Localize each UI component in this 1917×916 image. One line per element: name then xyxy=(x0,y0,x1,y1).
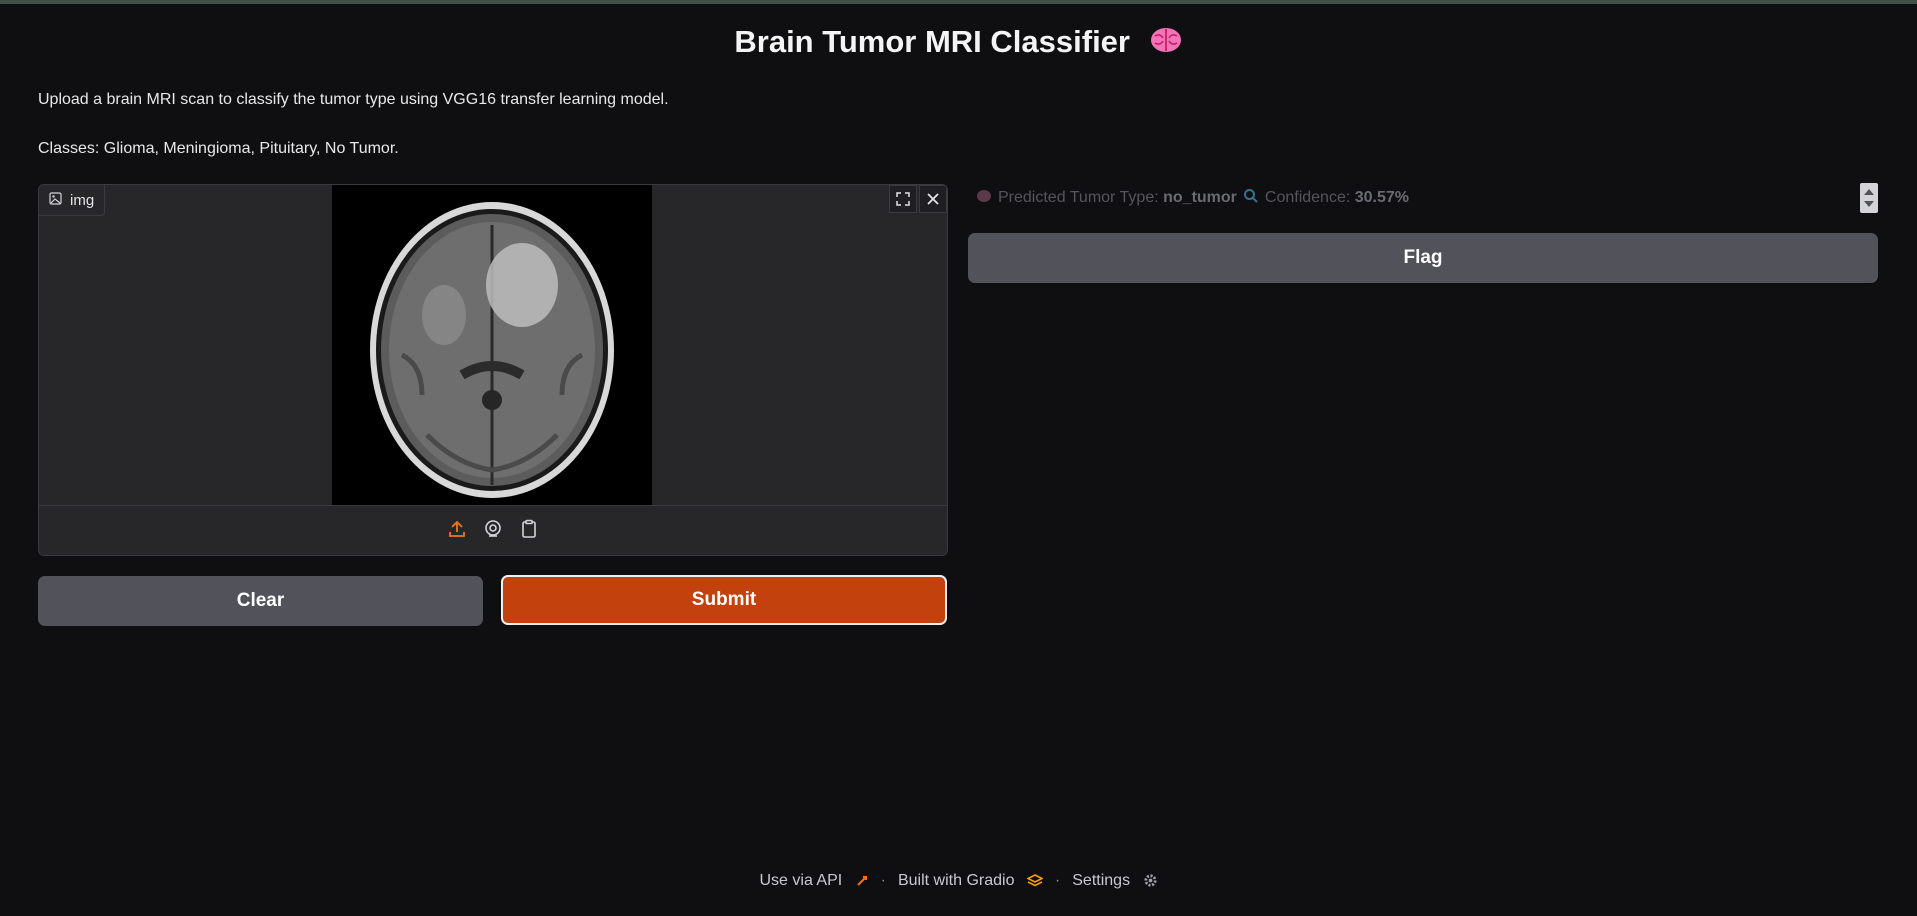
magnifier-icon xyxy=(1243,188,1259,209)
webcam-icon[interactable] xyxy=(483,519,503,544)
description-line-2: Classes: Glioma, Meningioma, Pituitary, … xyxy=(38,140,399,157)
close-icon[interactable] xyxy=(919,185,947,213)
clear-button[interactable]: Clear xyxy=(38,576,483,626)
footer-separator: · xyxy=(880,872,886,889)
image-toolbar xyxy=(887,185,947,213)
use-via-api-link[interactable]: Use via API xyxy=(759,872,868,890)
top-accent-line xyxy=(0,0,1917,4)
built-with-gradio-text: Built with Gradio xyxy=(897,872,1015,889)
clipboard-icon[interactable] xyxy=(519,519,539,544)
gradio-logo-icon xyxy=(1026,873,1043,888)
built-with-gradio-link[interactable]: Built with Gradio xyxy=(898,872,1043,890)
upload-icon[interactable] xyxy=(447,519,467,544)
image-icon xyxy=(49,191,62,209)
submit-button[interactable]: Submit xyxy=(501,575,947,625)
description-line-1: Upload a brain MRI scan to classify the … xyxy=(38,91,669,108)
image-input-panel[interactable]: img xyxy=(38,184,948,556)
use-via-api-text: Use via API xyxy=(759,872,843,889)
output-scroll-arrows[interactable] xyxy=(1860,183,1878,213)
page-title: Brain Tumor MRI Classifier xyxy=(0,24,1917,63)
gear-icon xyxy=(1143,873,1158,888)
confidence-value: 30.57% xyxy=(1354,189,1410,206)
predicted-value: no_tumor xyxy=(1163,189,1237,206)
predicted-label: Predicted Tumor Type: xyxy=(998,189,1159,206)
mri-image-preview xyxy=(332,185,652,505)
fullscreen-icon[interactable] xyxy=(889,185,917,213)
brain-icon xyxy=(1149,25,1183,63)
image-source-bar xyxy=(39,505,947,555)
settings-text: Settings xyxy=(1072,872,1131,889)
confidence-label: Confidence: xyxy=(1264,189,1351,206)
brain-icon xyxy=(976,189,992,208)
footer-separator: · xyxy=(1054,872,1061,889)
image-input-label-text: img xyxy=(70,191,95,209)
rocket-icon xyxy=(855,874,869,888)
page-title-text: Brain Tumor MRI Classifier xyxy=(734,24,1130,59)
footer: Use via API · Built with Gradio · Settin… xyxy=(0,872,1917,890)
prediction-output: Predicted Tumor Type: no_tumor Confidenc… xyxy=(970,186,1876,210)
image-input-label: img xyxy=(39,185,106,216)
settings-link[interactable]: Settings xyxy=(1072,872,1157,890)
flag-button[interactable]: Flag xyxy=(968,233,1878,283)
